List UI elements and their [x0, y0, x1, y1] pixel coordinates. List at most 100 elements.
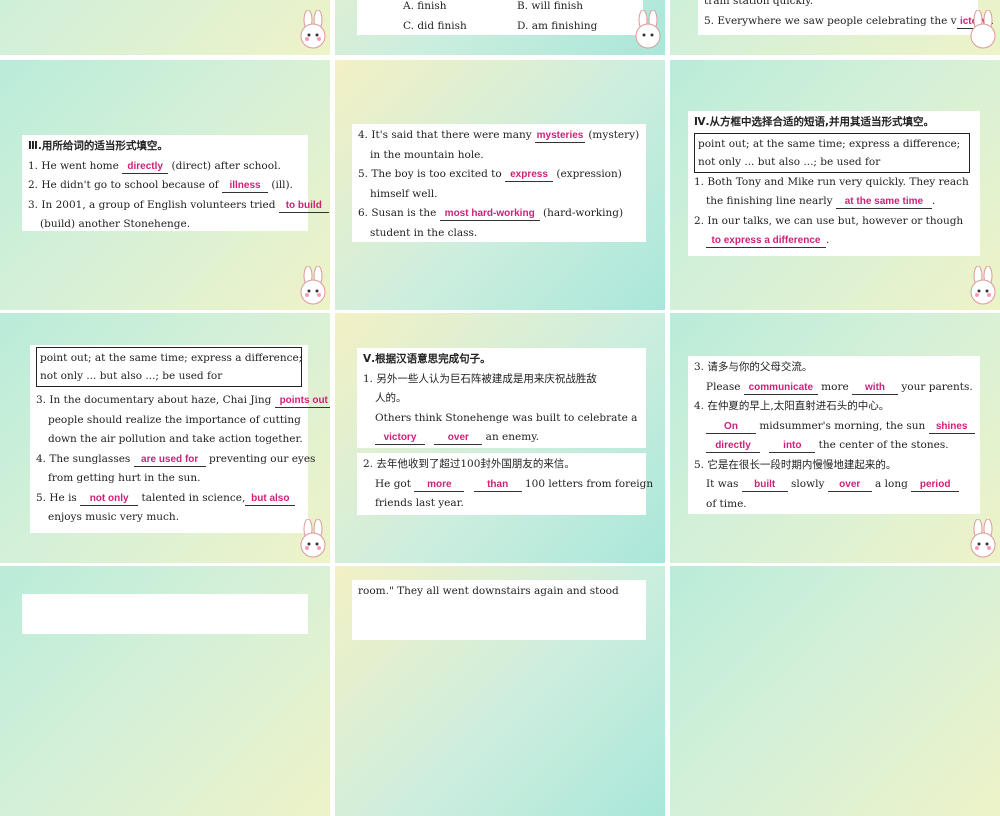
text-line: enjoys music very much. [48, 511, 180, 523]
option-b: B. will finish [517, 0, 584, 12]
question-card: Ⅲ.用所给词的适当形式填空。 1. He went home directly … [22, 135, 329, 231]
text-segment: 4. It's said that there were many [358, 129, 535, 141]
text-line: himself well. [370, 187, 438, 200]
text-line: 4. 在仲夏的早上,太阳直射进石头的中心。 [694, 400, 890, 412]
bunny-mascot-icon [966, 9, 1000, 52]
text-line: (build) another Stonehenge. [40, 218, 191, 230]
phrase-box: point out; at the same time; express a d… [694, 132, 970, 173]
text-segment: . [931, 195, 936, 207]
text-segment: preventing our eyes [205, 452, 316, 465]
answer-blank: built [741, 479, 788, 492]
text-line: student in the class. [370, 226, 478, 239]
text-line: people should realize the importance of … [48, 413, 301, 426]
answer-blank: over [827, 479, 872, 492]
answer-blank: to express a difference [706, 235, 826, 248]
text-segment: 100 letters from foreign [521, 477, 654, 490]
answer-blank: more [414, 479, 465, 492]
slide-tile-2: A. finish B. will finish C. did finish D. … [335, 0, 665, 55]
slide-tile-9: 3. 请多与你的父母交流。 Please communicate more wi… [670, 313, 1000, 563]
slide-tile-6: Ⅳ.从方框中选择合适的短语,并用其适当形式填空。 point out; at t… [670, 60, 1000, 310]
text-segment: (direct) after school. [168, 159, 281, 172]
text-segment: a long [871, 478, 912, 490]
question-card: point out; at the same time; express a d… [30, 345, 330, 533]
answer-blank: period [911, 479, 960, 492]
text-line: 人的。 [375, 392, 407, 404]
phrase-list: not only ... but also ...; be used for [698, 155, 881, 168]
text-segment: 5. Everywhere we saw people celebrating … [704, 14, 957, 27]
answer-blank: shines [928, 421, 975, 434]
text-segment: talented in science, [138, 491, 246, 504]
option-a: A. finish [403, 0, 447, 12]
question-card: 4. It's said that there were many myster… [352, 124, 646, 242]
answer-blank: On [706, 421, 756, 434]
text-segment: an enemy. [482, 431, 540, 443]
slide-tile-3: train station quickly. 5. Everywhere we … [670, 0, 1000, 55]
phrase-box: point out; at the same time; express a d… [36, 347, 302, 387]
option-d: D. am finishing [517, 19, 598, 32]
text-segment: He got [375, 477, 415, 490]
text-segment: 1. He went home [28, 159, 123, 172]
slide-tile-4: Ⅲ.用所给词的适当形式填空。 1. He went home directly … [0, 60, 330, 310]
bunny-mascot-icon [296, 265, 330, 308]
text-segment: 2. He didn't go to school because of [28, 179, 223, 191]
answer-blank: than [473, 479, 522, 492]
text-line: 3. 请多与你的父母交流。 [694, 361, 813, 373]
answer-blank: directly [122, 161, 169, 174]
text-segment: (ill). [268, 179, 293, 191]
text-segment: (mystery) [585, 129, 640, 141]
answer-blank: express [505, 169, 554, 182]
text-line: in the mountain hole. [370, 148, 484, 161]
text-line: 1. 另外一些人认为巨石阵被建成是用来庆祝战胜敌 [363, 372, 597, 385]
text-line: friends last year. [375, 497, 464, 509]
slide-tile-5: 4. It's said that there were many myster… [335, 60, 665, 310]
text-line: 2. 去年他收到了超过100封外国朋友的来信。 [363, 458, 575, 470]
question-card: Ⅳ.从方框中选择合适的短语,并用其适当形式填空。 point out; at t… [688, 111, 980, 256]
question-card: train station quickly. 5. Everywhere we … [698, 0, 994, 35]
bunny-mascot-icon [966, 265, 1000, 308]
bunny-mascot-icon [296, 518, 330, 561]
text-segment: more [817, 380, 853, 393]
text-segment: 4. The sunglasses [36, 452, 134, 465]
section-heading: Ⅴ.根据汉语意思完成句子。 [363, 353, 491, 365]
text-line: 1. Both Tony and Mike run very quickly. … [694, 175, 969, 188]
phrase-list: point out; at the same time; express a d… [698, 137, 961, 150]
question-card [22, 594, 308, 634]
text-segment: midsummer's morning, the sun [756, 419, 929, 432]
slide-tile-1 [0, 0, 330, 55]
phrase-list: point out; at the same time; express a d… [40, 352, 303, 364]
section-heading: Ⅳ.从方框中选择合适的短语,并用其适当形式填空。 [694, 116, 935, 128]
text-line: train station quickly. [704, 0, 814, 7]
text-line: down the air pollution and take action t… [48, 433, 303, 445]
bunny-mascot-icon [966, 518, 1000, 561]
bunny-mascot-icon [296, 9, 330, 52]
text-line: 2. In our talks, we can use but, however… [694, 214, 964, 227]
answer-blank: but also [245, 493, 296, 506]
question-card: 2. 去年他收到了超过100封外国朋友的来信。 He got more than… [357, 453, 653, 515]
slide-tile-12 [670, 566, 1000, 816]
answer-blank: victory [375, 432, 425, 445]
slide-tile-8: Ⅴ.根据汉语意思完成句子。 1. 另外一些人认为巨石阵被建成是用来庆祝战胜敌 人… [335, 313, 665, 563]
answer-blank: at the same time [835, 196, 932, 209]
text-segment: 3. In 2001, a group of English volunteer… [28, 198, 279, 211]
option-c: C. did finish [403, 19, 467, 32]
answer-blank: points out [274, 395, 330, 408]
slide-tile-7: point out; at the same time; express a d… [0, 313, 330, 563]
text-segment: Please [706, 380, 744, 393]
text-line: room." They all went downstairs again an… [358, 585, 619, 597]
slide-tile-10 [0, 566, 330, 816]
answer-blank: directly [706, 440, 760, 453]
answer-blank: most hard-working [439, 208, 540, 221]
answer-blank: illness [222, 180, 269, 193]
text-segment: It was [706, 478, 742, 490]
answer-blank: not only [80, 493, 139, 506]
text-line: Others think Stonehenge was built to cel… [375, 411, 638, 424]
phrase-list: not only ... but also ...; be used for [40, 370, 223, 382]
text-segment: 5. He is [36, 491, 81, 504]
answer-blank: into [769, 440, 816, 453]
text-segment: 6. Susan is the [358, 207, 440, 219]
section-heading: Ⅲ.用所给词的适当形式填空。 [28, 140, 168, 152]
text-segment: slowly [787, 478, 828, 490]
answer-blank: are used for [133, 454, 206, 467]
text-segment: the center of the stones. [815, 439, 949, 451]
text-line: of time. [706, 497, 747, 510]
